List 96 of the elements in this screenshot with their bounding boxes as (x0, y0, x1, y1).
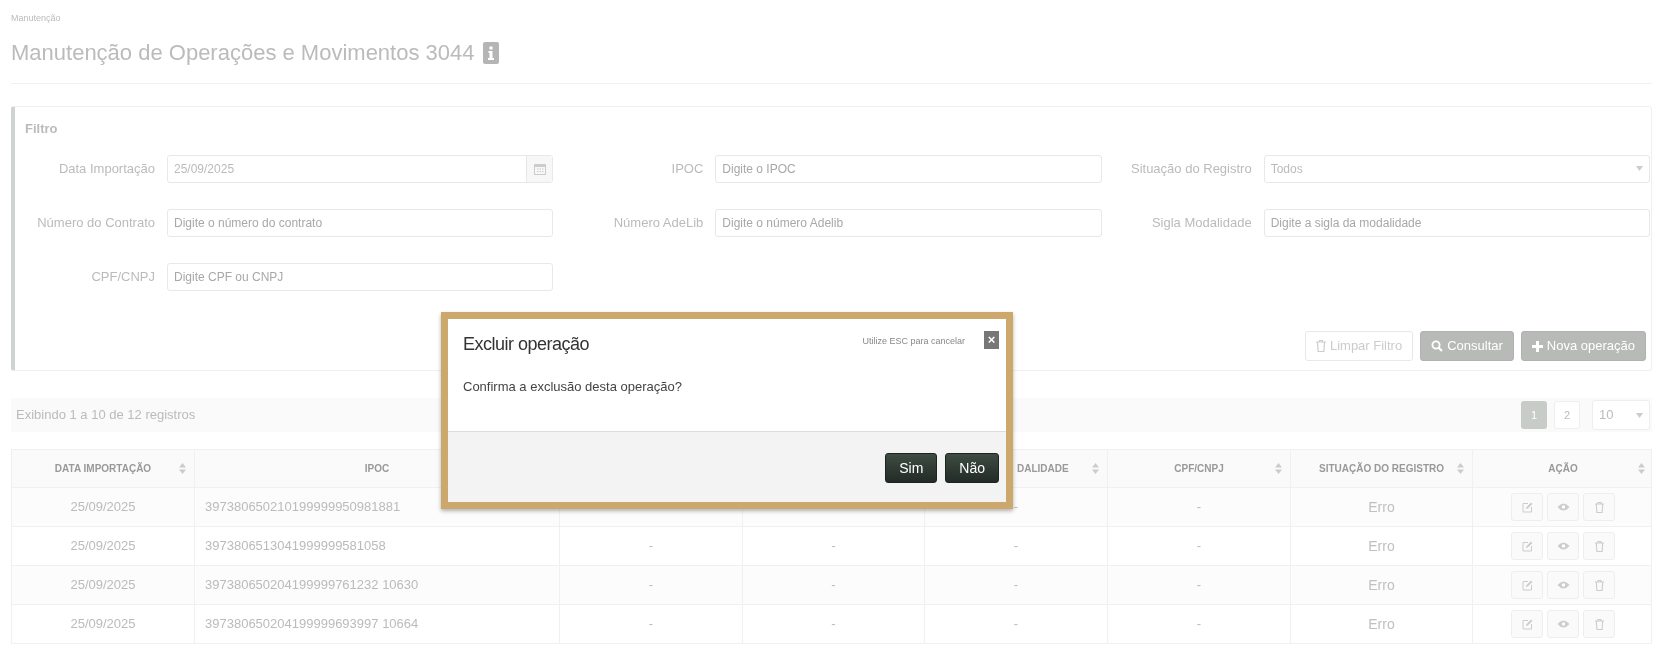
sort-icon[interactable] (179, 463, 186, 474)
delete-button[interactable] (1583, 571, 1615, 599)
page-title: Manutenção de Operações e Movimentos 3044 (11, 40, 475, 66)
edit-icon (1521, 501, 1533, 513)
record-count: Exibindo 1 a 10 de 12 registros (16, 406, 196, 425)
column-header[interactable]: IPOC (364, 461, 390, 476)
table-cell-text: - (1013, 537, 1019, 556)
table-cell-text: - (1196, 537, 1202, 556)
trash-icon (1594, 618, 1604, 630)
delete-button[interactable] (1583, 493, 1615, 521)
view-button[interactable] (1547, 571, 1579, 599)
sort-icon[interactable] (1275, 463, 1282, 474)
table-cell-text: - (831, 615, 836, 634)
eye-icon (1556, 503, 1570, 511)
input-field[interactable]: Digite CPF ou CNPJ (167, 262, 554, 291)
table-cell-text: - (831, 537, 836, 556)
eye-icon (1556, 542, 1570, 550)
select-field[interactable]: Todos (1263, 154, 1650, 183)
trash-icon (1315, 340, 1326, 352)
table-cell-text: - (1013, 615, 1019, 634)
input-field[interactable]: Digite o número Adelib (715, 208, 1102, 237)
panel-title: Filtro (25, 120, 59, 138)
breadcrumb[interactable]: Manutenção (11, 12, 1652, 24)
plus-icon (1531, 340, 1543, 352)
view-button[interactable] (1547, 610, 1579, 638)
field-label: Número do Contrato (36, 213, 155, 232)
input-field[interactable]: Digite o número do contrato (167, 208, 554, 237)
info-icon[interactable] (482, 42, 499, 64)
table-cell-text: - (1196, 615, 1202, 634)
column-header[interactable]: CPF/CNPJ (1174, 461, 1224, 476)
edit-button[interactable] (1511, 610, 1543, 638)
field-label: CPF/CNPJ (90, 267, 155, 286)
table-cell-text: 397380650210199999950981881 (205, 498, 401, 517)
delete-button[interactable] (1583, 532, 1615, 560)
edit-icon (1521, 540, 1533, 552)
hint-text: Utilize ESC para cancelar (862, 334, 965, 348)
trash-icon (1594, 501, 1604, 513)
edit-icon (1521, 618, 1533, 630)
table-cell-text: - (648, 615, 654, 634)
field-label: Número AdeLib (612, 213, 704, 232)
view-button[interactable] (1547, 493, 1579, 521)
column-header[interactable]: AÇÃO (1548, 461, 1578, 476)
table-cell-text: - (831, 576, 836, 595)
new-button[interactable]: Nova operação (1520, 331, 1646, 361)
eye-icon (1556, 581, 1570, 589)
field-label: IPOC (670, 159, 704, 178)
table-cell-text: Erro (1368, 614, 1395, 634)
edit-button[interactable] (1511, 493, 1543, 521)
field-label: Situação do Registro (1129, 159, 1252, 178)
close-button[interactable]: × (984, 331, 999, 349)
table-cell-text: 397380650204199999761232 10630 (205, 576, 419, 595)
sort-icon[interactable] (1457, 463, 1464, 474)
table-cell-text: Erro (1368, 536, 1395, 556)
date-field[interactable]: 25/09/2025 (167, 154, 554, 183)
table-cell-text: - (1013, 576, 1019, 595)
view-button[interactable] (1547, 532, 1579, 560)
sort-icon[interactable] (1638, 463, 1645, 474)
table-cell-text: Erro (1368, 575, 1395, 595)
table-cell-text: 3973806513041999999581058 (205, 537, 386, 556)
input-field[interactable]: Digite o IPOC (715, 154, 1102, 183)
sort-icon[interactable] (1092, 463, 1099, 474)
table-cell-text: - (1013, 498, 1019, 517)
column-header[interactable]: SITUAÇÃO DO REGISTRO (1319, 461, 1444, 476)
page-button[interactable]: 2 (1554, 401, 1580, 429)
delete-button[interactable] (1583, 610, 1615, 638)
table-cell-text: - (648, 576, 654, 595)
search-icon (1431, 340, 1444, 352)
search-button[interactable]: Consultar (1420, 331, 1514, 361)
dropdown-arrow-icon[interactable] (1636, 412, 1643, 418)
table-cell-text: Erro (1368, 497, 1395, 517)
edit-button[interactable] (1511, 571, 1543, 599)
field-label: Sigla Modalidade (1150, 213, 1252, 232)
page-size-select[interactable]: 10 (1592, 400, 1650, 430)
calendar-icon[interactable] (533, 162, 546, 175)
column-header[interactable]: DALIDADE (1017, 461, 1069, 476)
table-cell-text: 397380650204199999693997 10664 (205, 615, 419, 634)
table-cell-text: - (648, 537, 654, 556)
trash-icon (1594, 540, 1604, 552)
confirm-button[interactable]: Sim (885, 453, 938, 483)
dialog-title: Excluir operação (463, 333, 590, 355)
table-cell-text: 25/09/2025 (70, 576, 136, 595)
table-cell-text: - (1196, 498, 1202, 517)
dropdown-arrow-icon[interactable] (1636, 166, 1643, 171)
input-field[interactable]: Digite a sigla da modalidade (1263, 208, 1650, 237)
column-header[interactable]: DATA IMPORTAÇÃO (54, 461, 152, 476)
eye-icon (1556, 620, 1570, 628)
table-cell-text: - (1196, 576, 1202, 595)
trash-icon (1594, 579, 1604, 591)
edit-button[interactable] (1511, 532, 1543, 560)
dialog-message: Confirma a exclusão desta operação? (462, 378, 683, 396)
table-cell-text: 25/09/2025 (70, 498, 136, 517)
table-cell-text: 25/09/2025 (70, 615, 136, 634)
edit-icon (1521, 579, 1533, 591)
table-cell-text: 25/09/2025 (70, 537, 136, 556)
field-label: Data Importação (57, 159, 155, 178)
cancel-button[interactable]: Não (945, 453, 999, 483)
